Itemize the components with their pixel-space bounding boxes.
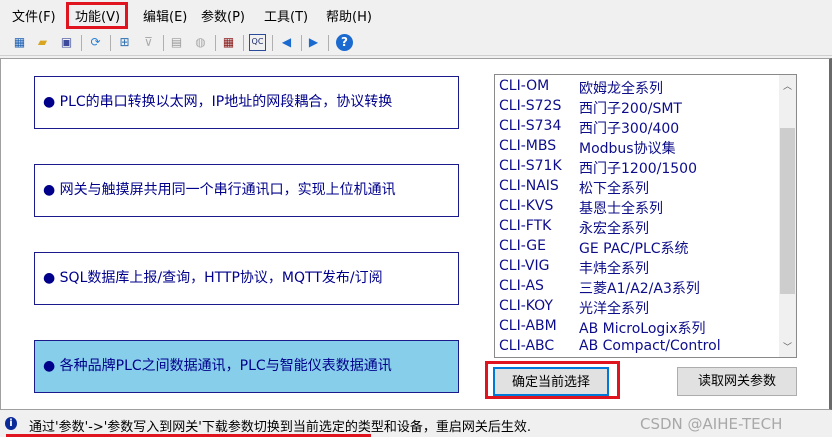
status-text: 通过'参数'->'参数写入到网关'下载参数切换到当前选定的类型和设备，重启网关后… — [29, 420, 532, 435]
separator — [215, 35, 216, 51]
feature-sql-mqtt[interactable]: ● SQL数据库上报/查询，HTTP协议，MQTT发布/订阅 — [34, 252, 459, 305]
arrow-right-icon[interactable]: ▶ — [305, 34, 322, 51]
device-code: CLI-KVS — [499, 198, 554, 214]
gauge-icon[interactable]: ◍ — [192, 34, 209, 51]
monitor-icon[interactable]: ▤ — [168, 34, 185, 51]
feature-shared-serial[interactable]: ● 网关与触摸屏共用同一个串行通讯口，实现上位机通讯 — [34, 164, 459, 217]
device-code: CLI-ABC — [499, 338, 555, 354]
watermark: CSDN @AIHE-TECH — [640, 415, 783, 433]
device-description: 西门子200/SMT — [579, 101, 682, 117]
device-code: CLI-S72S — [499, 98, 562, 114]
separator — [301, 35, 302, 51]
confirm-selection-button[interactable]: 确定当前选择 — [493, 367, 609, 396]
device-description: 西门子1200/1500 — [579, 161, 697, 177]
feature-serial-ethernet[interactable]: ● PLC的串口转换以太网，IP地址的网段耦合，协议转换 — [34, 76, 459, 129]
device-description: 光洋全系列 — [579, 301, 649, 317]
device-code: CLI-MBS — [499, 138, 557, 154]
topology-icon[interactable]: ⊞ — [116, 34, 133, 51]
menu-help[interactable]: 帮助(H) — [326, 6, 372, 25]
scroll-down-icon[interactable]: ﹀ — [779, 340, 796, 353]
save-icon[interactable]: ▣ — [58, 34, 75, 51]
device-code: CLI-AS — [499, 278, 544, 294]
menu-edit[interactable]: 编辑(E) — [143, 6, 187, 25]
device-description: Modbus协议集 — [579, 141, 676, 157]
separator — [328, 35, 329, 51]
info-icon: i — [5, 417, 17, 430]
device-code: CLI-S734 — [499, 118, 562, 134]
plug-icon[interactable]: ⊽ — [140, 34, 157, 51]
scroll-up-icon[interactable]: ︿ — [779, 79, 796, 92]
separator — [110, 35, 111, 51]
separator — [243, 35, 244, 51]
device-description: 松下全系列 — [579, 181, 649, 197]
menu-bar: 文件(F) 功能(V) 编辑(E) 参数(P) 工具(T) 帮助(H) — [0, 0, 832, 30]
device-description: 基恩士全系列 — [579, 201, 663, 217]
qc-icon[interactable]: QC — [249, 34, 266, 51]
arrow-left-icon[interactable]: ◀ — [278, 34, 295, 51]
device-code: CLI-ABM — [499, 318, 557, 334]
separator — [163, 35, 164, 51]
help-icon[interactable]: ? — [336, 34, 353, 51]
menu-file[interactable]: 文件(F) — [12, 6, 56, 25]
device-description: 永宏全系列 — [579, 221, 649, 237]
scrollbar[interactable]: ︿ ﹀ — [779, 75, 796, 357]
device-list[interactable]: CLI-ABC AB Compact/Control CLI-ABM AB Micro… — [494, 74, 797, 358]
scrollbar-thumb[interactable] — [780, 128, 795, 294]
menu-params[interactable]: 参数(P) — [201, 6, 245, 25]
device-code: CLI-KOY — [499, 298, 553, 314]
device-code: CLI-VIG — [499, 258, 550, 274]
device-description: AB Compact/Control — [579, 338, 721, 354]
open-folder-icon[interactable]: ▰ — [34, 34, 51, 51]
highlight-box — [66, 2, 128, 29]
refresh-icon[interactable]: ⟳ — [87, 34, 104, 51]
device-code: CLI-S71K — [499, 158, 562, 174]
separator — [81, 35, 82, 51]
network-icon[interactable]: ▦ — [11, 34, 28, 51]
device-description: 丰炜全系列 — [579, 261, 649, 277]
separator — [272, 35, 273, 51]
feature-plc-communication[interactable]: ● 各种品牌PLC之间数据通讯，PLC与智能仪表数据通讯 — [34, 340, 459, 393]
device-description: GE PAC/PLC系统 — [579, 241, 689, 257]
device-description: 三菱A1/A2/A3系列 — [579, 281, 700, 297]
device-code: CLI-FTK — [499, 218, 552, 234]
status-bar: i 通过'参数'->'参数写入到网关'下载参数切换到当前选定的类型和设备，重启网… — [0, 412, 832, 437]
device-description: 西门子300/400 — [579, 121, 680, 137]
device-code: CLI-GE — [499, 238, 546, 254]
toolbar: ▦ ▰ ▣ ⟳ ⊞ ⊽ ▤ ◍ ▦ QC ◀ ▶ ? — [0, 30, 832, 56]
device-code: CLI-NAIS — [499, 178, 559, 194]
device-description: AB MicroLogix系列 — [579, 321, 706, 337]
menu-tools[interactable]: 工具(T) — [264, 6, 308, 25]
device-description: 欧姆龙全系列 — [579, 81, 663, 97]
table-icon[interactable]: ▦ — [220, 34, 237, 51]
device-code: CLI-OM — [499, 78, 550, 94]
read-gateway-params-button[interactable]: 读取网关参数 — [677, 367, 797, 396]
